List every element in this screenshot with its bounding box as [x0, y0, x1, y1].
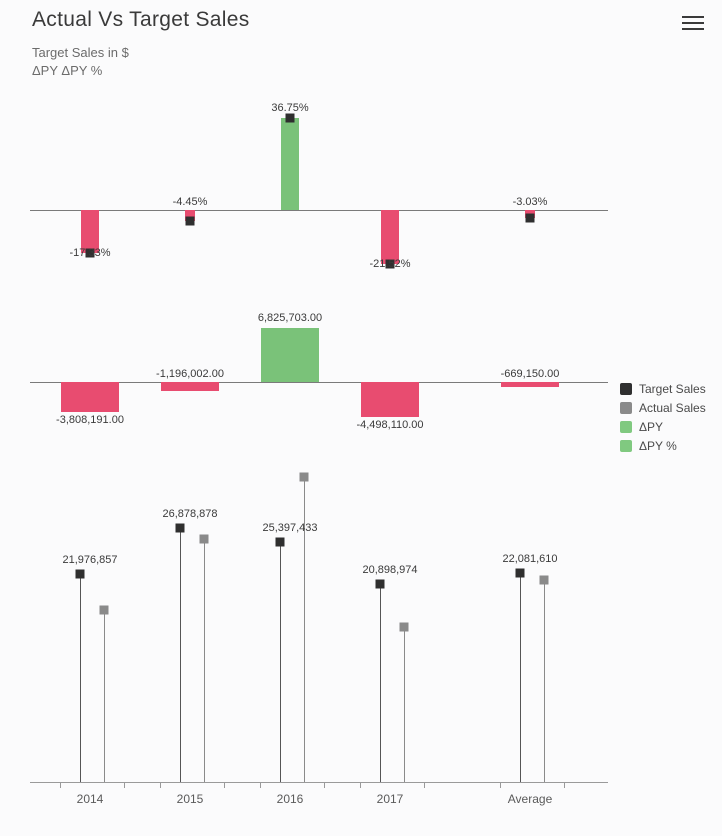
pct-marker — [186, 217, 195, 226]
delta-py-bar — [161, 382, 219, 391]
target-value-label: 21,976,857 — [62, 554, 117, 566]
chart-title: Actual Vs Target Sales — [32, 8, 250, 32]
pct-value-label: -4.45% — [173, 196, 208, 208]
legend-swatch — [620, 440, 632, 452]
subtitle-line-2: ΔPY ΔPY % — [32, 63, 102, 78]
target-marker — [376, 580, 385, 589]
delta-py-percent-chart: -17.33% -4.45% 36.75% -21.52% -3.03% — [30, 100, 608, 280]
legend-item-dpy[interactable]: ΔPY — [620, 420, 706, 434]
menu-icon[interactable] — [682, 12, 704, 30]
target-marker — [176, 523, 185, 532]
pct-value-label: 36.75% — [271, 102, 308, 114]
dpy-value-label: -3,808,191.00 — [56, 414, 124, 426]
dpy-value-label: -4,498,110.00 — [356, 419, 423, 431]
legend-swatch — [620, 402, 632, 414]
actual-stick — [544, 580, 545, 782]
delta-py-bar — [61, 382, 119, 412]
pct-value-label: -3.03% — [513, 196, 548, 208]
legend-item-actual[interactable]: Actual Sales — [620, 401, 706, 415]
actual-marker — [300, 473, 309, 482]
pct-marker — [526, 213, 535, 222]
actual-stick — [204, 539, 205, 782]
legend-item-dpy-pct[interactable]: ΔPY % — [620, 439, 706, 453]
actual-marker — [200, 535, 209, 544]
target-value-label: 25,397,433 — [262, 522, 317, 534]
dpy-value-label: 6,825,703.00 — [258, 312, 322, 324]
target-value-label: 26,878,878 — [162, 508, 217, 520]
legend-label: Target Sales — [639, 382, 706, 396]
target-actual-chart: 21,976,857 2014 26,878,878 2015 25,397,433 20… — [30, 460, 608, 810]
legend-swatch — [620, 383, 632, 395]
category-label: 2017 — [377, 792, 404, 806]
actual-marker — [100, 606, 109, 615]
legend-item-target[interactable]: Target Sales — [620, 382, 706, 396]
legend-swatch — [620, 421, 632, 433]
chart-subtitle: Target Sales in $ ΔPY ΔPY % — [32, 44, 129, 79]
delta-py-bar — [361, 382, 419, 417]
target-stick — [180, 528, 181, 782]
target-marker — [76, 570, 85, 579]
delta-py-pct-bar — [381, 210, 399, 264]
target-stick — [280, 542, 281, 782]
category-label: Average — [508, 792, 552, 806]
delta-py-bar — [261, 328, 319, 382]
legend: Target Sales Actual Sales ΔPY ΔPY % — [620, 382, 706, 458]
actual-stick — [404, 627, 405, 782]
target-value-label: 20,898,974 — [362, 564, 417, 576]
target-marker — [516, 569, 525, 578]
dpy-value-label: -669,150.00 — [501, 368, 560, 380]
delta-py-pct-bar — [281, 118, 299, 210]
pct-marker — [286, 114, 295, 123]
legend-label: ΔPY % — [639, 439, 677, 453]
actual-stick — [104, 610, 105, 782]
category-label: 2014 — [77, 792, 104, 806]
target-value-label: 22,081,610 — [502, 553, 557, 565]
subtitle-line-1: Target Sales in $ — [32, 45, 129, 60]
legend-label: ΔPY — [639, 420, 663, 434]
target-marker — [276, 537, 285, 546]
target-stick — [80, 574, 81, 782]
category-label: 2015 — [177, 792, 204, 806]
target-stick — [380, 584, 381, 782]
dpy-value-label: -1,196,002.00 — [156, 368, 224, 380]
category-label: 2016 — [277, 792, 304, 806]
actual-marker — [540, 575, 549, 584]
delta-py-chart: -3,808,191.00 -1,196,002.00 6,825,703.00 -4… — [30, 310, 608, 430]
actual-marker — [400, 622, 409, 631]
legend-label: Actual Sales — [639, 401, 706, 415]
pct-value-label: -17.33% — [70, 247, 111, 259]
target-stick — [520, 573, 521, 782]
delta-py-bar — [501, 382, 559, 387]
pct-value-label: -21.52% — [370, 258, 411, 270]
